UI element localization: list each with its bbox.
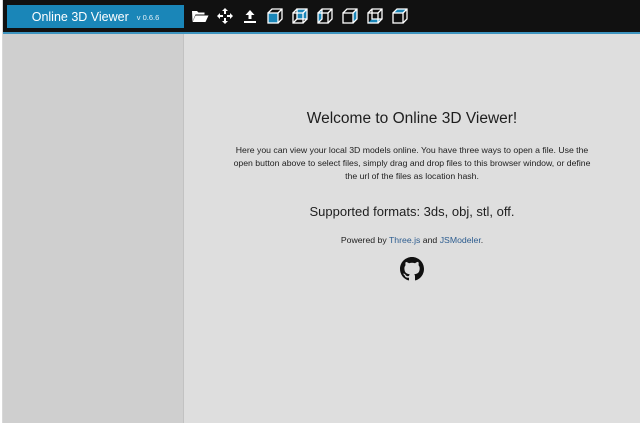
bottom-view-icon xyxy=(366,8,383,24)
open-icon xyxy=(191,11,208,22)
top-view-icon xyxy=(391,8,408,24)
welcome-description: Here you can view your local 3D models o… xyxy=(233,145,591,181)
front-view-icon xyxy=(266,8,283,24)
set-up-vector-icon xyxy=(243,9,256,23)
set-up-vector-button[interactable] xyxy=(238,5,261,27)
viewer-area[interactable]: Welcome to Online 3D Viewer! Here you ca… xyxy=(184,34,640,423)
github-icon xyxy=(400,257,424,281)
app-name: Online 3D Viewer xyxy=(31,9,129,24)
left-view-button[interactable] xyxy=(313,5,336,27)
jsmodeler-link[interactable]: JSModeler xyxy=(440,235,481,245)
sidebar-panel xyxy=(3,34,184,423)
supported-formats: Supported formats: 3ds, obj, stl, off. xyxy=(309,204,515,219)
top-toolbar: Online 3D Viewer v 0.6.6 xyxy=(3,0,640,32)
back-view-icon xyxy=(291,8,308,24)
threejs-link[interactable]: Three.js xyxy=(389,235,420,245)
welcome-title: Welcome to Online 3D Viewer! xyxy=(306,110,518,127)
right-view-button[interactable] xyxy=(338,5,361,27)
app-title: Online 3D Viewer v 0.6.6 xyxy=(7,5,184,28)
app-version: v 0.6.6 xyxy=(136,13,160,22)
right-view-icon xyxy=(341,8,358,24)
welcome-panel: Welcome to Online 3D Viewer! Here you ca… xyxy=(184,110,640,281)
powered-by: Powered by Three.js and JSModeler. xyxy=(184,235,640,245)
front-view-button[interactable] xyxy=(263,5,286,27)
top-view-button[interactable] xyxy=(388,5,411,27)
github-link[interactable] xyxy=(400,257,424,281)
powered-prefix: Powered by xyxy=(340,235,389,245)
powered-and: and xyxy=(420,235,440,245)
toolbar-buttons xyxy=(188,5,413,27)
left-view-icon xyxy=(316,8,333,24)
back-view-button[interactable] xyxy=(288,5,311,27)
bottom-view-button[interactable] xyxy=(363,5,386,27)
fit-to-window-button[interactable] xyxy=(213,5,236,27)
open-button[interactable] xyxy=(188,5,211,27)
powered-suffix: . xyxy=(480,235,484,245)
fit-to-window-icon xyxy=(216,8,233,24)
